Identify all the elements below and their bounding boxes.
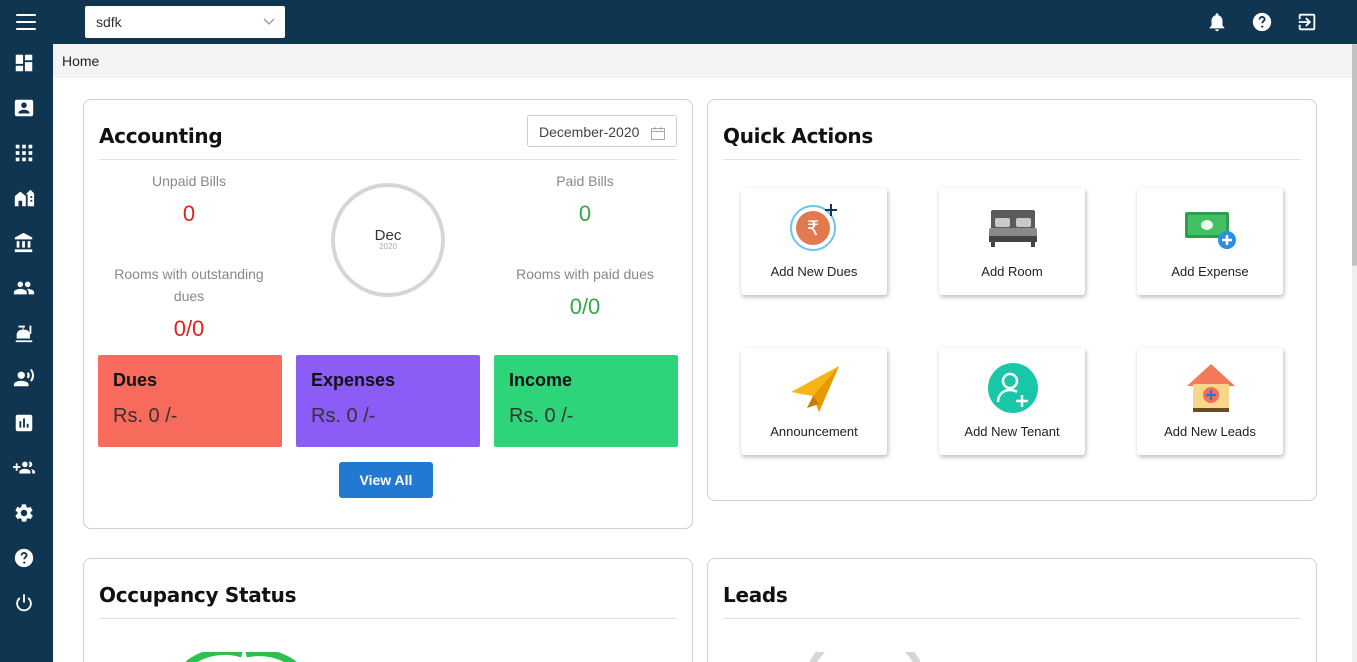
- income-amount: Rs. 0 /-: [509, 405, 574, 427]
- income-box[interactable]: Income Rs. 0 /-: [494, 355, 678, 447]
- svg-text:₹: ₹: [807, 216, 820, 240]
- add-new-leads-label: Add New Leads: [1164, 424, 1256, 439]
- quick-actions-divider: [723, 159, 1301, 160]
- paid-bills-value: 0: [578, 201, 592, 226]
- occupancy-divider: [99, 618, 677, 619]
- paper-plane-icon: [791, 366, 839, 412]
- contact-card-icon[interactable]: [13, 97, 35, 119]
- accounting-title: Accounting: [99, 124, 223, 148]
- add-expense-button[interactable]: Add Expense: [1137, 188, 1283, 295]
- menu-icon[interactable]: [16, 14, 36, 30]
- paid-bills-label: Paid Bills: [556, 173, 614, 189]
- add-new-dues-label: Add New Dues: [770, 264, 858, 279]
- bell-icon[interactable]: [1206, 11, 1228, 33]
- expenses-box[interactable]: Expenses Rs. 0 /-: [296, 355, 480, 447]
- month-picker-value: December-2020: [539, 124, 640, 140]
- dues-box[interactable]: Dues Rs. 0 /-: [98, 355, 282, 447]
- help-icon[interactable]: [13, 547, 35, 569]
- dues-amount: Rs. 0 /-: [113, 405, 178, 427]
- building-icon[interactable]: [13, 187, 35, 209]
- bar-chart-icon[interactable]: [13, 412, 35, 434]
- restaurant-icon[interactable]: [13, 322, 35, 344]
- property-select[interactable]: sdfk: [85, 6, 285, 38]
- property-select-value: sdfk: [96, 14, 122, 30]
- cash-add-icon: [1185, 212, 1236, 249]
- add-expense-label: Add Expense: [1171, 264, 1249, 279]
- unpaid-bills-label: Unpaid Bills: [152, 173, 226, 189]
- expenses-amount: Rs. 0 /-: [311, 405, 376, 427]
- month-picker[interactable]: December-2020: [527, 115, 677, 147]
- bank-icon[interactable]: [13, 232, 35, 254]
- announcement-button[interactable]: Announcement: [741, 348, 887, 455]
- rooms-outstanding-label: Rooms with outstanding dues: [114, 266, 264, 304]
- breadcrumb-bar: [53, 44, 1352, 78]
- add-room-label: Add Room: [981, 264, 1043, 279]
- leads-donut-chart: [810, 652, 920, 662]
- occupancy-title: Occupancy Status: [99, 583, 297, 607]
- expenses-title: Expenses: [311, 370, 396, 390]
- dues-title: Dues: [113, 370, 158, 390]
- gear-icon[interactable]: [13, 502, 35, 524]
- add-new-tenant-label: Add New Tenant: [964, 424, 1060, 439]
- group-add-icon[interactable]: [13, 457, 35, 479]
- chevron-down-icon: [263, 18, 275, 25]
- unpaid-bills-value: 0: [182, 201, 196, 226]
- occupancy-card: [83, 558, 693, 662]
- add-new-dues-button[interactable]: ₹ Add New Dues: [741, 188, 887, 295]
- occupancy-donut-chart: [186, 652, 296, 662]
- add-new-tenant-button[interactable]: Add New Tenant: [939, 348, 1085, 455]
- rooms-outstanding-value: 0/0: [173, 316, 205, 341]
- accounting-divider: [99, 159, 677, 160]
- house-add-icon: [1187, 364, 1235, 412]
- add-new-leads-button[interactable]: Add New Leads: [1137, 348, 1283, 455]
- sidebar: [0, 44, 53, 662]
- rooms-paid-value: 0/0: [569, 294, 601, 319]
- announcement-label: Announcement: [770, 424, 858, 439]
- logout-icon[interactable]: [1296, 11, 1318, 33]
- apps-grid-icon[interactable]: [13, 142, 35, 164]
- leads-divider: [723, 618, 1301, 619]
- leads-card: [707, 558, 1317, 662]
- rooms-paid-label: Rooms with paid dues: [516, 266, 654, 282]
- quick-actions-title: Quick Actions: [723, 124, 873, 148]
- breadcrumb[interactable]: Home: [62, 53, 99, 69]
- dashboard-icon[interactable]: [13, 52, 35, 74]
- power-icon[interactable]: [13, 592, 35, 614]
- add-room-button[interactable]: Add Room: [939, 188, 1085, 295]
- help-icon[interactable]: [1251, 11, 1273, 33]
- donut-year-label: 2020: [379, 242, 397, 251]
- view-all-button[interactable]: View All: [339, 462, 433, 498]
- people-icon[interactable]: [13, 277, 35, 299]
- income-title: Income: [509, 370, 573, 390]
- voice-person-icon[interactable]: [13, 367, 35, 389]
- leads-title: Leads: [723, 583, 788, 607]
- bed-icon: [989, 210, 1037, 247]
- scrollbar-thumb[interactable]: [1352, 44, 1357, 266]
- person-add-icon: [988, 363, 1038, 413]
- rupee-add-icon: ₹: [790, 204, 837, 251]
- calendar-icon[interactable]: [651, 127, 665, 140]
